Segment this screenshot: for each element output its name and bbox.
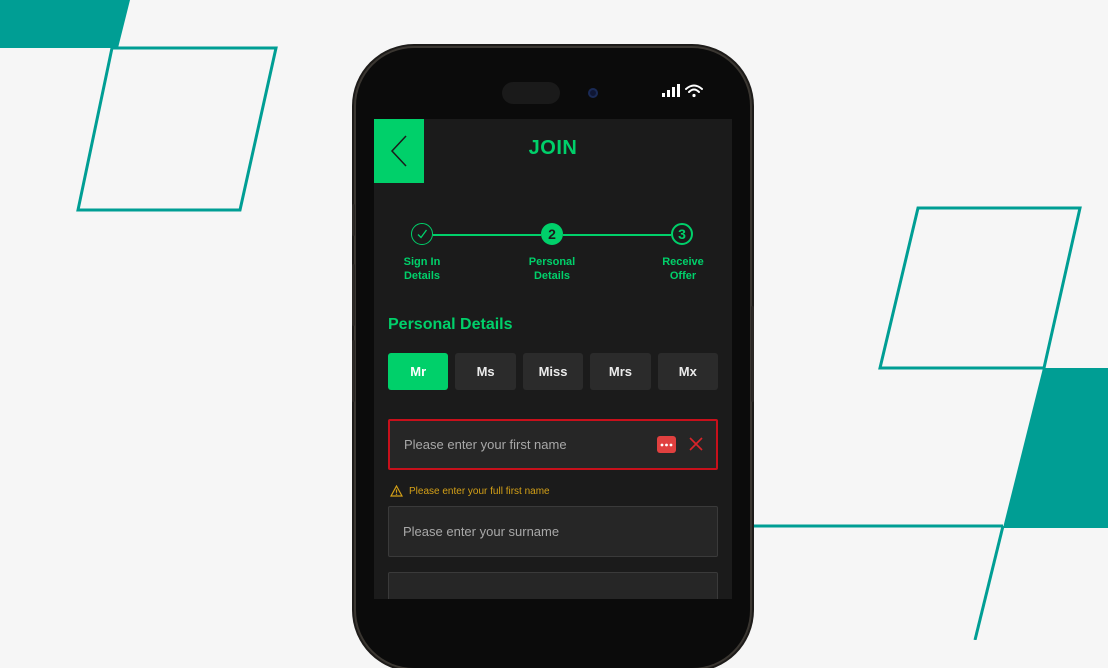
power-button bbox=[751, 306, 754, 402]
check-icon bbox=[417, 229, 428, 239]
mute-switch bbox=[352, 204, 355, 236]
close-icon[interactable] bbox=[688, 436, 704, 452]
title-option-mx[interactable]: Mx bbox=[657, 353, 719, 390]
section-title: Personal Details bbox=[388, 316, 513, 333]
step-2-indicator: 2 bbox=[541, 223, 563, 245]
wifi-icon bbox=[685, 84, 703, 98]
title-option-ms[interactable]: Ms bbox=[455, 353, 516, 390]
volume-up-button bbox=[352, 264, 355, 326]
stepper-line-1 bbox=[433, 234, 541, 236]
first-name-error-text: Please enter your full first name bbox=[409, 485, 550, 497]
step-2-label-line2: Details bbox=[533, 270, 571, 282]
outline-parallelogram-right bbox=[878, 206, 1082, 370]
dots-icon[interactable] bbox=[657, 436, 676, 453]
dynamic-island bbox=[502, 82, 560, 104]
title-selector: Mr Ms Miss Mrs Mx bbox=[388, 353, 719, 390]
surname-input[interactable] bbox=[389, 507, 717, 556]
step-2-label-line1: Personal bbox=[528, 256, 576, 268]
step-1-indicator bbox=[411, 223, 433, 245]
step-1-label-line2: Details bbox=[403, 270, 441, 282]
step-2-label: Personal Details bbox=[517, 255, 587, 283]
first-name-error: Please enter your full first name bbox=[390, 485, 550, 497]
first-name-field bbox=[388, 419, 718, 470]
phone-frame: JOIN 2 3 Sign In Details Personal Detail… bbox=[352, 48, 754, 668]
title-option-mr[interactable]: Mr bbox=[388, 353, 449, 390]
status-icons bbox=[662, 84, 703, 98]
warning-icon bbox=[390, 485, 403, 497]
signal-icon bbox=[662, 84, 680, 97]
step-3-indicator: 3 bbox=[671, 223, 693, 245]
title-option-mrs[interactable]: Mrs bbox=[590, 353, 651, 390]
step-3-label-line2: Offer bbox=[669, 270, 697, 282]
outline-parallelogram-left bbox=[76, 46, 278, 212]
front-camera bbox=[588, 88, 598, 98]
page-title: JOIN bbox=[528, 137, 578, 159]
title-option-miss[interactable]: Miss bbox=[522, 353, 584, 390]
step-1-label-line1: Sign In bbox=[403, 256, 441, 268]
next-field[interactable] bbox=[388, 572, 718, 599]
decor-line-diagonal-right bbox=[973, 525, 1005, 640]
stepper-line-2 bbox=[563, 234, 671, 236]
teal-block-right bbox=[1003, 368, 1108, 528]
teal-block-top-left bbox=[0, 0, 130, 48]
volume-down-button bbox=[352, 340, 355, 402]
surname-field bbox=[388, 506, 718, 557]
step-3-label: Receive Offer bbox=[648, 255, 718, 283]
step-1-label: Sign In Details bbox=[387, 255, 457, 283]
step-3-label-line1: Receive bbox=[662, 256, 704, 268]
app-screen: JOIN 2 3 Sign In Details Personal Detail… bbox=[374, 119, 732, 599]
